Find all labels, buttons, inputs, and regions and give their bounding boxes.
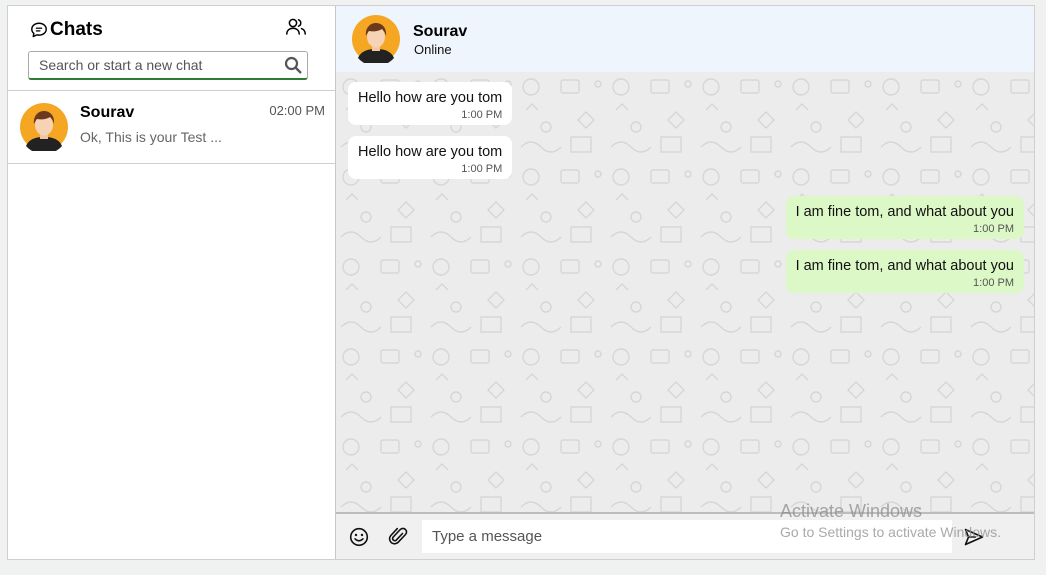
chat-name: Sourav (80, 104, 135, 121)
message-text: Hello how are you tom (358, 90, 503, 106)
message-bubble-outgoing: I am fine tom, and what about you 1:00 P… (785, 250, 1024, 293)
search-box (28, 51, 308, 80)
message-time: 1:00 PM (461, 163, 503, 175)
message-area: Hello how are you tom 1:00 PM Hello how … (336, 72, 1034, 512)
chat-bubble-icon (31, 22, 47, 38)
message-text: I am fine tom, and what about you (795, 204, 1014, 220)
emoji-icon[interactable] (349, 527, 369, 547)
chat-time: 02:00 PM (269, 103, 325, 118)
message-composer (336, 512, 1034, 559)
search-icon[interactable] (284, 56, 302, 74)
attach-icon[interactable] (388, 525, 408, 547)
chat-preview: Ok, This is your Test ... (80, 129, 222, 145)
message-time: 1:00 PM (973, 277, 1014, 289)
sidebar-header: Chats (30, 19, 103, 41)
search-input[interactable] (29, 52, 279, 78)
conversation-pane: Sourav Online Hello how are you tom 1:00… (336, 6, 1034, 559)
chat-app: Chats Sourav 02:00 PM (7, 5, 1035, 560)
message-bubble-incoming: Hello how are you tom 1:00 PM (348, 136, 513, 179)
sidebar: Chats Sourav 02:00 PM (8, 6, 336, 559)
avatar[interactable] (352, 15, 400, 63)
contact-name: Sourav (413, 23, 468, 40)
avatar (20, 103, 68, 151)
message-bubble-outgoing: I am fine tom, and what about you 1:00 P… (785, 196, 1024, 239)
group-icon[interactable] (285, 17, 307, 37)
message-text: Hello how are you tom (358, 144, 503, 160)
chat-list-item[interactable]: Sourav 02:00 PM Ok, This is your Test ..… (8, 91, 335, 164)
message-text: I am fine tom, and what about you (795, 258, 1014, 274)
sidebar-title: Chats (50, 19, 103, 40)
message-input[interactable] (422, 520, 952, 553)
conversation-header: Sourav Online (336, 6, 1034, 72)
message-time: 1:00 PM (461, 109, 503, 121)
message-bubble-incoming: Hello how are you tom 1:00 PM (348, 82, 513, 125)
send-icon[interactable] (964, 528, 984, 546)
message-time: 1:00 PM (973, 223, 1014, 235)
contact-status: Online (414, 42, 452, 57)
